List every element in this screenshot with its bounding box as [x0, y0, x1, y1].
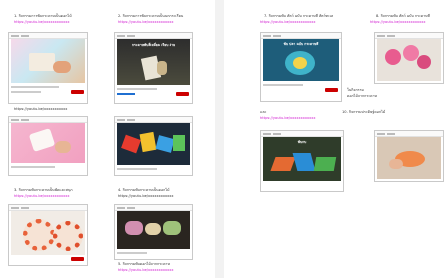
subscribe-button[interactable]: [71, 90, 84, 94]
video-screenshot: [114, 204, 193, 260]
video-thumbnail: [117, 211, 190, 249]
video-screenshot: [114, 116, 193, 176]
video-screenshot: [374, 130, 444, 182]
video-link[interactable]: https://youtu.be/xxxxxxxxxxxx: [260, 20, 316, 25]
caption: 10. กิจกรรมประดิษฐ์ดอกไม้: [342, 110, 386, 114]
video-link[interactable]: https://youtu.be/xxxxxxxxxxxx: [370, 20, 426, 25]
text-fragment: ดอกไม้จากกระดาษ: [347, 94, 377, 98]
video-thumbnail: [377, 39, 441, 81]
video-thumbnail: [377, 137, 441, 179]
text-fragment: และ: [260, 110, 267, 114]
video-thumbnail: กระดาษพับสี่เหลี่ยม เรียบ ง่าย: [117, 39, 190, 85]
video-title: พับกบ: [297, 140, 307, 144]
video-screenshot: [8, 116, 88, 176]
video-title: พับ ปลา ฉบับ กระดาษสี: [283, 42, 319, 46]
video-thumbnail: [11, 123, 85, 163]
plain-link-text[interactable]: https://youtu.be/xxxxxxxxxxx: [14, 107, 67, 112]
video-title: กระดาษพับสี่เหลี่ยม เรียบ ง่าย: [131, 43, 176, 47]
document-page-left: 1. กิจกรรมการพับกระดาษเป็นดอกไม้ https:/…: [0, 0, 215, 278]
caption: 1. กิจกรรมการพับกระดาษเป็นดอกไม้: [14, 14, 72, 18]
video-link[interactable]: https://youtu.be/xxxxxxxxxxxx: [14, 194, 70, 199]
text-fragment: ในกิจกรรม: [347, 88, 364, 92]
document-page-right: 7. กิจกรรมพับ สัตว์ ฉบับ กระดาษสี สัตว์ท…: [224, 0, 445, 278]
video-thumbnail: [11, 211, 85, 255]
video-thumbnail: [11, 39, 85, 83]
video-link[interactable]: https://youtu.be/xxxxxxxxxxxx: [118, 268, 174, 273]
caption: 8. กิจกรรมพับ สัตว์ ฉบับ กระดาษสี: [376, 14, 430, 18]
video-screenshot: [374, 32, 444, 84]
video-link[interactable]: https://youtu.be/xxxxxxxxxxxx: [260, 116, 316, 121]
caption: 5. กิจกรรมพับดอกไม้จากกระดาษ: [118, 262, 170, 266]
subscribe-button[interactable]: [176, 92, 189, 96]
video-screenshot: [8, 204, 88, 266]
video-thumbnail: พับกบ: [263, 137, 341, 181]
caption: 4. กิจกรรมพับกระดาษเป็นดอกไม้: [118, 188, 170, 192]
video-screenshot: กระดาษพับสี่เหลี่ยม เรียบ ง่าย: [114, 32, 193, 104]
caption: 7. กิจกรรมพับ สัตว์ ฉบับ กระดาษสี สัตว์ท…: [264, 14, 334, 18]
video-screenshot: พับกบ: [260, 130, 344, 192]
video-link[interactable]: https://youtu.be/xxxxxxxxxxxx: [14, 20, 70, 25]
video-screenshot: [8, 32, 88, 104]
video-thumbnail: พับ ปลา ฉบับ กระดาษสี: [263, 39, 339, 81]
video-thumbnail: [117, 123, 190, 165]
caption: 3. กิจกรรมพับกระดาษเป็นพัดและสนุก: [14, 188, 73, 192]
video-link[interactable]: https://youtu.be/xxxxxxxxxxxx: [118, 20, 174, 25]
caption: 2. กิจกรรมการพับกระดาษเป็นนกกระเรียน: [118, 14, 184, 18]
video-screenshot: พับ ปลา ฉบับ กระดาษสี: [260, 32, 342, 102]
subscribe-button[interactable]: [71, 257, 84, 261]
plain-link-text[interactable]: https://youtu.be/xxxxxxxxxxxx: [118, 194, 174, 199]
subscribe-button[interactable]: [325, 88, 338, 92]
